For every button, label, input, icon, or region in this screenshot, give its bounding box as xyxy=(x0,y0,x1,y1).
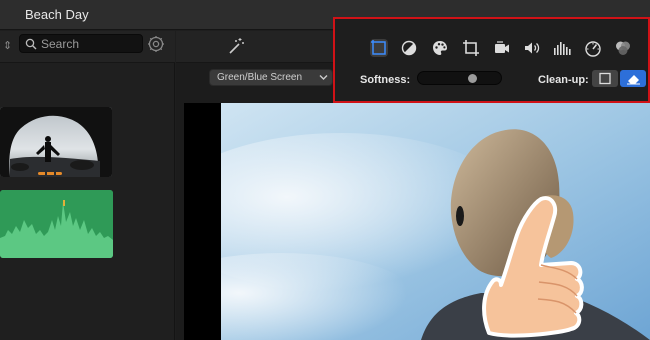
project-title: Beach Day xyxy=(25,7,89,22)
preview-image xyxy=(221,103,650,340)
stabilization-camera-icon[interactable] xyxy=(493,39,511,57)
audio-clip[interactable] xyxy=(0,190,113,258)
sort-stepper-icon[interactable]: ⇕ xyxy=(3,39,12,52)
video-overlay-select-value: Green/Blue Screen xyxy=(217,72,303,83)
crop-icon[interactable] xyxy=(462,39,480,57)
video-overlay-select[interactable]: Green/Blue Screen xyxy=(209,69,333,86)
color-correction-palette-icon[interactable] xyxy=(431,39,449,57)
softness-slider-knob[interactable] xyxy=(468,74,478,83)
clip-range-indicator xyxy=(38,172,62,175)
speed-gauge-icon[interactable] xyxy=(584,39,602,57)
search-icon xyxy=(25,38,37,50)
gear-icon[interactable] xyxy=(147,35,165,53)
adjustments-panel: Softness: Clean-up: xyxy=(333,17,650,103)
equalizer-icon[interactable] xyxy=(553,39,571,57)
crop-box-icon xyxy=(599,72,611,85)
cleanup-crop-button[interactable] xyxy=(592,70,618,87)
video-clip-thumbnail[interactable] xyxy=(0,107,112,177)
beach-cave-image xyxy=(0,107,112,177)
color-balance-icon[interactable] xyxy=(400,39,418,57)
search-field[interactable] xyxy=(19,34,143,53)
softness-slider[interactable] xyxy=(417,71,502,85)
volume-icon[interactable] xyxy=(523,39,541,57)
green-screen-crop-icon[interactable] xyxy=(370,39,388,57)
chevron-down-icon xyxy=(319,75,328,80)
eraser-icon xyxy=(627,75,640,85)
cleanup-eraser-button[interactable] xyxy=(620,70,646,87)
search-input[interactable] xyxy=(41,36,141,52)
softness-label: Softness: xyxy=(360,74,411,86)
video-filter-icon[interactable] xyxy=(614,39,632,57)
video-preview[interactable] xyxy=(221,103,650,340)
cleanup-label: Clean-up: xyxy=(538,74,589,86)
video-letterbox xyxy=(184,103,221,340)
media-browser: ⇕ xyxy=(0,31,175,340)
audio-waveform xyxy=(0,190,113,258)
magic-wand-icon[interactable] xyxy=(227,37,245,55)
